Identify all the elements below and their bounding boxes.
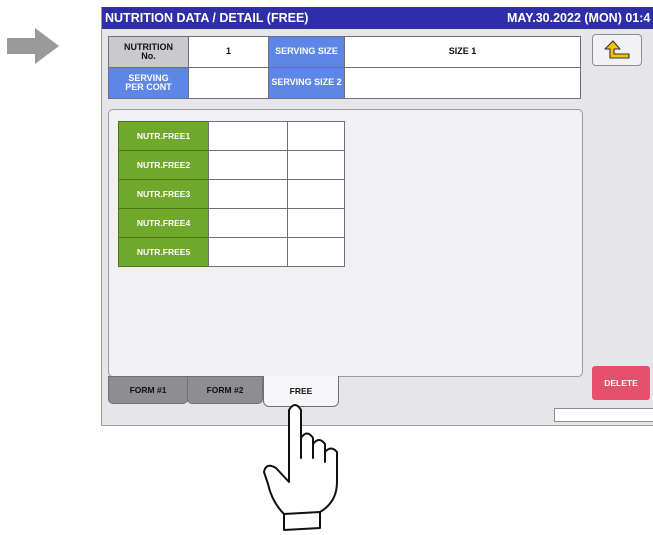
serving-size-field[interactable]: SIZE 1 xyxy=(344,36,581,68)
nutr-free1-value[interactable] xyxy=(208,121,288,151)
nutr-free5-button[interactable]: NUTR.FREE5 xyxy=(118,237,209,267)
nutr-free2-button[interactable]: NUTR.FREE2 xyxy=(118,150,209,180)
tab-form1[interactable]: FORM #1 xyxy=(108,376,188,404)
status-field xyxy=(554,408,653,422)
nutr-free1-button[interactable]: NUTR.FREE1 xyxy=(118,121,209,151)
free-nutrition-panel: NUTR.FREE1 NUTR.FREE2 NUTR.FREE3 NUTR.FR… xyxy=(108,109,583,377)
delete-button[interactable]: DELETE xyxy=(592,366,650,400)
title-bar: NUTRITION DATA / DETAIL (FREE) MAY.30.20… xyxy=(102,7,653,29)
arrow-right-icon xyxy=(7,28,59,64)
nutr-free4-value[interactable] xyxy=(208,208,288,238)
nutr-free5-unit[interactable] xyxy=(287,237,345,267)
nutr-free2-unit[interactable] xyxy=(287,150,345,180)
nutr-free3-value[interactable] xyxy=(208,179,288,209)
serving-size-label: SERVING SIZE xyxy=(268,36,345,68)
return-arrow-icon xyxy=(604,40,630,59)
tab-form2[interactable]: FORM #2 xyxy=(187,376,263,404)
nutr-free1-unit[interactable] xyxy=(287,121,345,151)
serving-size2-label: SERVING SIZE 2 xyxy=(268,67,345,99)
nutr-free2-value[interactable] xyxy=(208,150,288,180)
serving-size2-field[interactable] xyxy=(344,67,581,99)
nutrition-no-label: NUTRITION No. xyxy=(108,36,189,68)
datetime-display: MAY.30.2022 (MON) 01:4 xyxy=(507,11,651,25)
window-title: NUTRITION DATA / DETAIL (FREE) xyxy=(105,11,309,25)
nutrition-detail-screen: NUTRITION DATA / DETAIL (FREE) MAY.30.20… xyxy=(101,7,653,426)
nutrition-no-field[interactable]: 1 xyxy=(188,36,269,68)
nutr-free5-value[interactable] xyxy=(208,237,288,267)
nutr-free4-button[interactable]: NUTR.FREE4 xyxy=(118,208,209,238)
nutr-free3-unit[interactable] xyxy=(287,179,345,209)
pointing-hand-icon xyxy=(263,404,338,531)
serving-per-cont-label: SERVING PER CONT xyxy=(108,67,189,99)
back-button[interactable] xyxy=(592,34,642,66)
serving-per-cont-field[interactable] xyxy=(188,67,269,99)
nutr-free3-button[interactable]: NUTR.FREE3 xyxy=(118,179,209,209)
nutr-free4-unit[interactable] xyxy=(287,208,345,238)
